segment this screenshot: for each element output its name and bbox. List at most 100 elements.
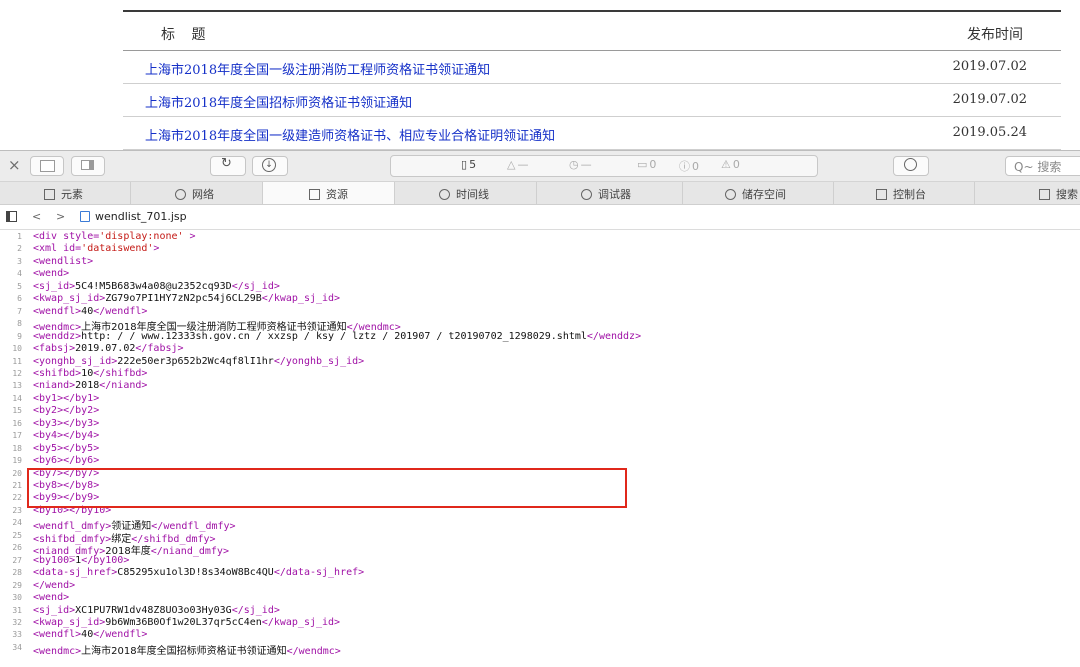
tab-label: 元素 [61, 188, 83, 201]
resource-count[interactable]: ▯ 5 [461, 158, 476, 171]
file-name[interactable]: wendlist_701.jsp [95, 210, 187, 223]
text-token: 5C4!M5B683w4a08@u2352cq93D [75, 280, 232, 292]
tag-token: <wenddz> [33, 330, 82, 342]
download-button[interactable]: ↓ [252, 156, 288, 176]
console-icon [876, 189, 887, 200]
code-line: 33 <wendfl>40</wendfl> [0, 629, 1080, 641]
web-inspector: × ↻ ↓ ▯ 5 △ — ◷ — ▭ 0 ⓘ 0 ⚠ 0 Q~ 搜索 元素 网… [0, 150, 1080, 667]
notice-link[interactable]: 上海市2018年度全国招标师资格证书领证通知 [145, 92, 412, 111]
text-token: C85295xu1ol3D!8s34oW8Bc4QU [117, 567, 274, 579]
elements-icon [44, 189, 55, 200]
back-icon[interactable]: < [32, 210, 41, 223]
tab-search[interactable]: 搜索 [975, 182, 1080, 204]
log-count[interactable]: ▭ 0 [637, 158, 656, 171]
tag-token: </shifbd> [93, 367, 148, 379]
tag-token: </yonghb_sj_id> [273, 355, 365, 367]
reload-icon: ↻ [221, 156, 232, 171]
warning-count[interactable]: ⚠ 0 [721, 158, 740, 171]
line-source: <by4></by4> [33, 430, 99, 441]
tag-token: <data-sj_href> [33, 567, 118, 579]
tab-timeline[interactable]: 时间线 [395, 182, 537, 204]
tab-storage[interactable]: 储存空间 [683, 182, 834, 204]
tab-label: 网络 [192, 188, 214, 201]
forward-icon[interactable]: > [56, 210, 65, 223]
line-source: <xml id='dataiswend'> [33, 243, 159, 254]
inspector-search[interactable]: Q~ 搜索 [1005, 156, 1080, 176]
tab-label: 资源 [326, 188, 348, 201]
notice-date: 2019.05.24 [952, 125, 1027, 140]
notice-row[interactable]: 上海市2018年度全国一级建造师资格证书、相应专业合格证明领证通知 2019.0… [123, 117, 1061, 150]
dock-bottom-button[interactable] [30, 156, 64, 176]
tag-token: <by100> [33, 554, 76, 566]
line-number: 29 [12, 580, 22, 590]
time-count[interactable]: ◷ — [569, 158, 592, 171]
line-source: <data-sj_href>C85295xu1ol3D!8s34oW8Bc4QU… [33, 567, 364, 578]
code-line: 19 <by6></by6> [0, 455, 1080, 467]
tab-label: 控制台 [893, 188, 926, 201]
close-inspector-icon[interactable]: × [8, 156, 21, 174]
size-count[interactable]: △ — [507, 158, 528, 171]
line-source: <wenddz>http: / / www.12333sh.gov.cn / x… [33, 331, 641, 342]
tag-token: </wendmc> [286, 645, 341, 657]
sidebar-toggle-icon[interactable] [6, 211, 17, 222]
line-source: <niand>2018</niand> [33, 380, 147, 391]
source-code-view[interactable]: 1 <div style='display:none' >2 <xml id='da… [0, 231, 1080, 667]
tag-token: <wendfl> [33, 305, 82, 317]
line-number: 15 [12, 406, 22, 416]
code-line: 9 <wenddz>http: / / www.12333sh.gov.cn / … [0, 331, 1080, 343]
tag-token: <by3></by3> [33, 417, 100, 429]
tag-token: <wendlist> [33, 255, 94, 267]
reload-button[interactable]: ↻ [210, 156, 246, 176]
notice-link[interactable]: 上海市2018年度全国一级注册消防工程师资格证书领证通知 [145, 59, 490, 78]
line-number: 5 [17, 281, 22, 291]
line-number: 19 [12, 456, 22, 466]
line-number: 6 [17, 294, 22, 304]
code-line: 18 <by5></by5> [0, 443, 1080, 455]
line-number: 1 [17, 232, 22, 241]
code-line: 13 <niand>2018</niand> [0, 380, 1080, 392]
tag-token: <shifbd> [33, 367, 82, 379]
tab-elements[interactable]: 元素 [0, 182, 131, 204]
element-picker-button[interactable] [893, 156, 929, 176]
notice-row[interactable]: 上海市2018年度全国招标师资格证书领证通知 2019.07.02 [123, 84, 1061, 117]
tag-token: <by2></by2> [33, 405, 100, 417]
code-line: 17 <by4></by4> [0, 430, 1080, 442]
line-number: 4 [17, 269, 22, 279]
warning-icon: ⚠ [721, 158, 731, 171]
notice-link[interactable]: 上海市2018年度全国一级建造师资格证书、相应专业合格证明领证通知 [145, 125, 555, 144]
code-line: 26 <niand_dmfy>2018年度</niand_dmfy> [0, 542, 1080, 557]
tag-token: </wendfl> [93, 305, 148, 317]
text-token: ZG79o7PI1HY7zN2pc54j6CL29B [105, 293, 262, 305]
code-line: 10 <fabsj>2019.07.02</fabsj> [0, 343, 1080, 355]
code-line: 25 <shifbd_dmfy>绑定</shifbd_dmfy> [0, 530, 1080, 545]
line-number: 13 [12, 381, 22, 391]
log-icon: ▭ [637, 158, 648, 171]
tab-debugger[interactable]: 调试器 [537, 182, 683, 204]
notice-row[interactable]: 上海市2018年度全国一级注册消防工程师资格证书领证通知 2019.07.02 [123, 51, 1061, 84]
dock-side-button[interactable] [71, 156, 105, 176]
tab-console[interactable]: 控制台 [834, 182, 975, 204]
code-line: 2 <xml id='dataiswend'> [0, 243, 1080, 255]
error-count[interactable]: ⓘ 0 [679, 158, 699, 174]
time-count-value: — [580, 158, 592, 171]
code-line: 27 <by100>1</by100> [0, 555, 1080, 567]
line-number: 12 [12, 368, 22, 378]
text-token: 40 [81, 629, 94, 641]
code-line: 30 <wend> [0, 592, 1080, 604]
line-source: <kwap_sj_id>ZG79o7PI1HY7zN2pc54j6CL29B</… [33, 293, 340, 304]
storage-icon [725, 189, 736, 200]
line-source: <by100>1</by100> [33, 555, 129, 566]
tab-label: 时间线 [456, 188, 489, 201]
tag-token: <by1></by1> [33, 392, 100, 404]
tab-network[interactable]: 网络 [131, 182, 263, 204]
line-source: <sj_id>5C4!M5B683w4a08@u2352cq93D</sj_id… [33, 281, 280, 292]
line-source: <wendlist> [33, 256, 93, 267]
timeline-icon [439, 189, 450, 200]
document-icon: ▯ [461, 158, 468, 171]
tag-token: <kwap_sj_id> [33, 616, 106, 628]
tab-resources[interactable]: 资源 [263, 182, 395, 204]
error-count-value: 0 [692, 160, 699, 173]
line-number: 33 [12, 630, 22, 640]
text-token: 40 [81, 305, 94, 317]
line-number: 14 [12, 393, 22, 403]
